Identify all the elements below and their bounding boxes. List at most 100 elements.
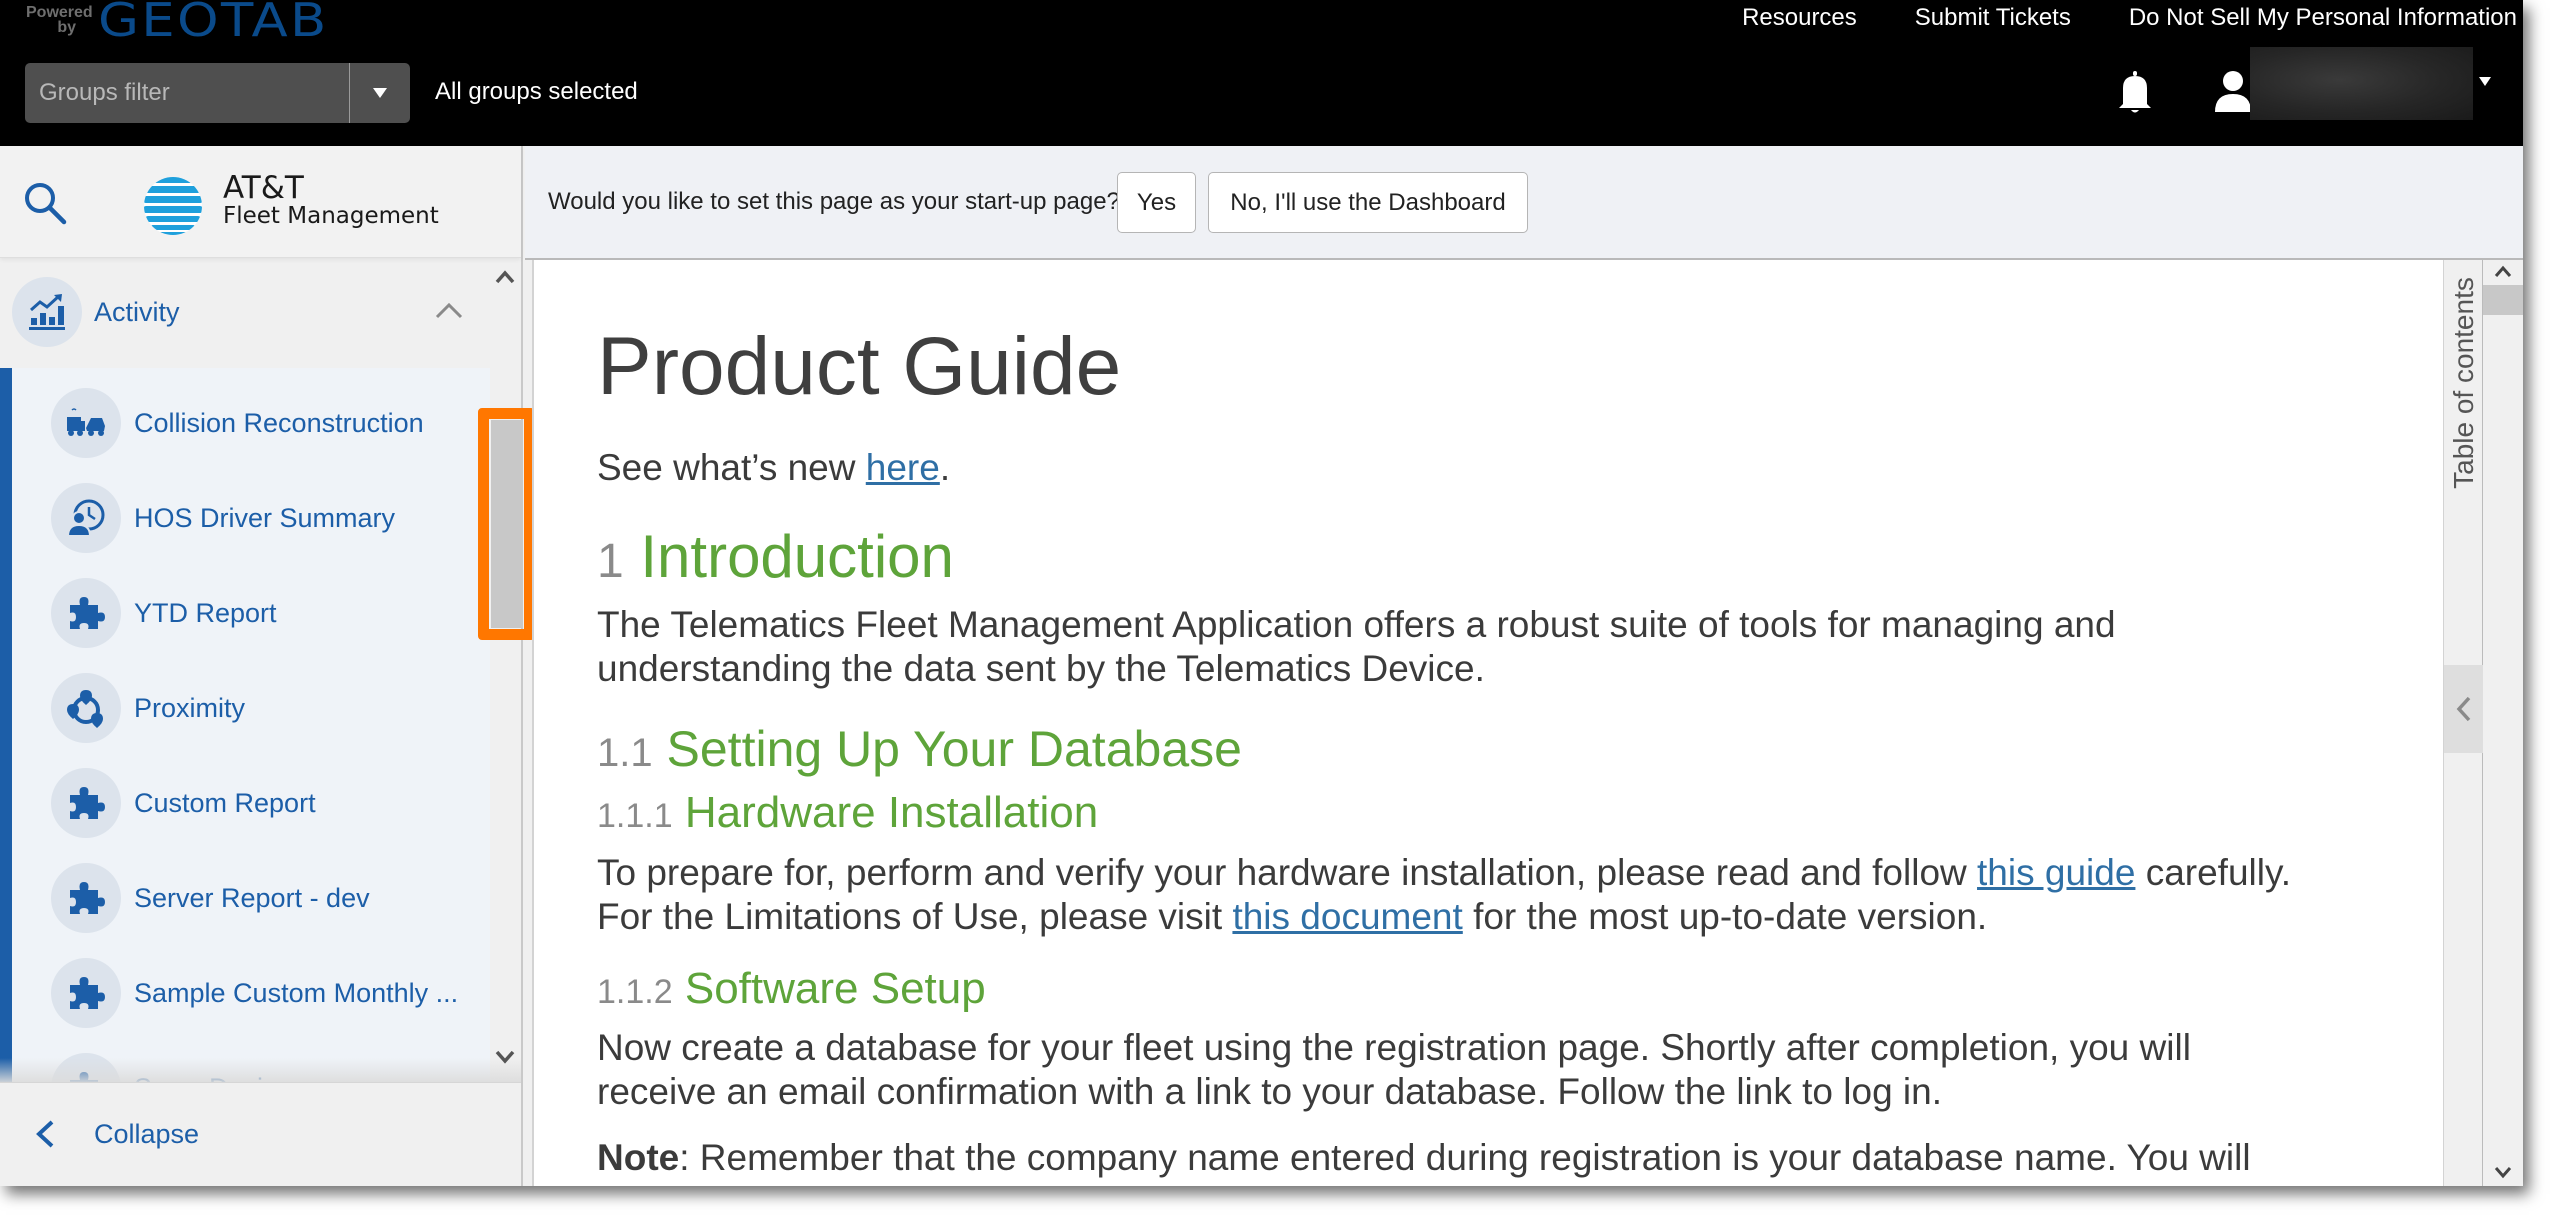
chevron-left-icon <box>36 1120 54 1148</box>
powered-by-text: Powered by <box>26 4 93 36</box>
note-label: Note <box>597 1137 680 1178</box>
startup-page-prompt: Would you like to set this page as your … <box>525 146 2523 260</box>
notifications-button[interactable] <box>2115 70 2155 114</box>
section-number: 1.1 <box>597 731 653 775</box>
whats-new-link[interactable]: here <box>866 447 940 488</box>
nav-scroll-down-button[interactable] <box>494 1048 516 1066</box>
section-heading-hardware-installation: 1.1.1 Hardware Installation <box>597 788 1098 838</box>
this-document-link[interactable]: this document <box>1232 896 1462 937</box>
groups-status-text: All groups selected <box>435 78 638 105</box>
user-name-redacted[interactable]: (redacted) <box>2250 47 2473 120</box>
puzzle-icon <box>70 787 105 819</box>
sidebar-group-activity[interactable]: Activity <box>0 258 490 368</box>
groups-filter-dropdown-button[interactable] <box>349 63 410 123</box>
sidebar-item-ytd-report[interactable]: YTD Report <box>12 566 490 661</box>
puzzle-icon <box>70 597 105 629</box>
active-group-indicator <box>0 368 12 1082</box>
do-not-sell-link[interactable]: Do Not Sell My Personal Information <box>2129 4 2517 32</box>
sidebar-item-collision-reconstruction[interactable]: Collision Reconstruction <box>12 376 490 471</box>
item-icon-circle <box>51 388 121 458</box>
chevron-left-icon <box>2456 696 2471 722</box>
submit-tickets-link[interactable]: Submit Tickets <box>1915 4 2071 32</box>
att-globe-logo-icon <box>144 177 202 235</box>
item-icon-circle <box>51 958 121 1028</box>
note-text: : Remember that the company name entered… <box>679 1137 2251 1178</box>
nav-scroll-fade <box>0 1058 521 1082</box>
caret-down-icon <box>373 88 387 98</box>
collapse-label: Collapse <box>94 1119 200 1149</box>
section-heading-software-setup: 1.1.2 Software Setup <box>597 964 986 1014</box>
caret-down-icon <box>2479 77 2491 103</box>
hardware-line-2-suffix: for the most up-to-date version. <box>1462 896 1988 937</box>
sidebar-item-server-report-dev[interactable]: Server Report - dev <box>12 851 490 946</box>
puzzle-icon <box>70 882 105 914</box>
sidebar-item-label: Collision Reconstruction <box>134 408 424 438</box>
sidebar-item-label: Server Report - dev <box>134 883 370 913</box>
sidebar-subitems: Collision Reconstruction HOS Driver Summ… <box>0 368 490 1082</box>
nav-scroll-up-button[interactable] <box>494 268 516 286</box>
hardware-line-2-prefix: For the Limitations of Use, please visit <box>597 896 1233 937</box>
sidebar-item-label: Custom Report <box>134 788 316 818</box>
groups-filter <box>25 63 410 123</box>
startup-prompt-question: Would you like to set this page as your … <box>548 188 1120 215</box>
sidebar-item-proximity[interactable]: Proximity <box>12 661 490 756</box>
user-icon <box>2215 71 2251 112</box>
proximity-icon <box>67 690 103 728</box>
geotab-wordmark: GEOTAB <box>98 0 329 47</box>
software-line-2: receive an email confirmation with a lin… <box>597 1071 1943 1112</box>
brand-subtitle: Fleet Management <box>223 203 439 229</box>
document-scrollbar[interactable] <box>2483 260 2523 1186</box>
toc-tab[interactable]: Table of contents <box>2444 270 2484 495</box>
scroll-down-arrow-icon[interactable] <box>2493 1164 2513 1180</box>
toc-panel: Table of contents <box>2443 260 2484 1186</box>
toc-label: Table of contents <box>2448 276 2479 489</box>
this-guide-link[interactable]: this guide <box>1977 852 2135 893</box>
whats-new-paragraph: See what’s new here. <box>597 446 950 490</box>
activity-icon-circle <box>12 277 82 347</box>
section-number: 1 <box>597 535 624 588</box>
top-links: Resources Submit Tickets Do Not Sell My … <box>1742 4 2517 32</box>
document-scrollbar-thumb[interactable] <box>2483 285 2523 315</box>
note-paragraph: Note: Remember that the company name ent… <box>597 1136 2251 1180</box>
hardware-line-1-prefix: To prepare for, perform and verify your … <box>597 852 1978 893</box>
use-dashboard-button[interactable]: No, I'll use the Dashboard <box>1208 172 1528 233</box>
toc-expand-button[interactable] <box>2444 665 2484 753</box>
sidebar-item-hos-driver-summary[interactable]: HOS Driver Summary <box>12 471 490 566</box>
collapse-button[interactable]: Collapse <box>0 1082 521 1186</box>
collision-icon <box>67 408 105 436</box>
groups-filter-input[interactable] <box>25 63 349 123</box>
section-heading-setting-up-database: 1.1 Setting Up Your Database <box>597 720 1242 778</box>
sidebar-group-label: Activity <box>94 297 180 327</box>
sidebar: AT&T Fleet Management Activity Collision… <box>0 146 535 1186</box>
whats-new-prefix: See what’s new <box>597 447 866 488</box>
resources-link[interactable]: Resources <box>1742 4 1857 32</box>
user-menu-dropdown[interactable] <box>2479 77 2491 104</box>
sidebar-item-label: YTD Report <box>134 598 277 628</box>
document-panel: Product Guide See what’s new here. 1 Int… <box>532 260 2443 1186</box>
set-startup-yes-button[interactable]: Yes <box>1117 172 1196 233</box>
sidebar-item-label: Proximity <box>134 693 246 723</box>
whats-new-suffix: . <box>939 447 951 488</box>
hardware-line-1: To prepare for, perform and verify your … <box>597 851 2291 895</box>
software-line-1: Now create a database for your fleet usi… <box>597 1027 2191 1068</box>
activity-chart-icon <box>29 294 65 330</box>
driver-clock-icon <box>66 499 105 537</box>
section-title: Introduction <box>640 523 954 590</box>
intro-line-2: understanding the data sent by the Telem… <box>597 648 1485 689</box>
app-window: Powered by GEOTAB Resources Submit Ticke… <box>0 0 2523 1186</box>
scroll-up-arrow-icon[interactable] <box>2493 264 2513 280</box>
sidebar-header: AT&T Fleet Management <box>0 146 521 258</box>
document-title: Product Guide <box>597 321 1122 412</box>
item-icon-circle <box>51 673 121 743</box>
user-avatar[interactable] <box>2215 70 2251 114</box>
section-title: Setting Up Your Database <box>666 721 1242 777</box>
section-number: 1.1.1 <box>597 797 673 835</box>
sidebar-scrollbar-thumb[interactable] <box>491 420 522 628</box>
sidebar-item-sample-custom-monthly[interactable]: Sample Custom Monthly ... <box>12 946 490 1041</box>
search-button[interactable] <box>22 180 68 226</box>
geotab-logo: Powered by GEOTAB <box>26 0 326 43</box>
chevron-up-icon <box>435 302 463 319</box>
sidebar-item-custom-report[interactable]: Custom Report <box>12 756 490 851</box>
search-icon <box>25 183 67 225</box>
item-icon-circle <box>51 578 121 648</box>
